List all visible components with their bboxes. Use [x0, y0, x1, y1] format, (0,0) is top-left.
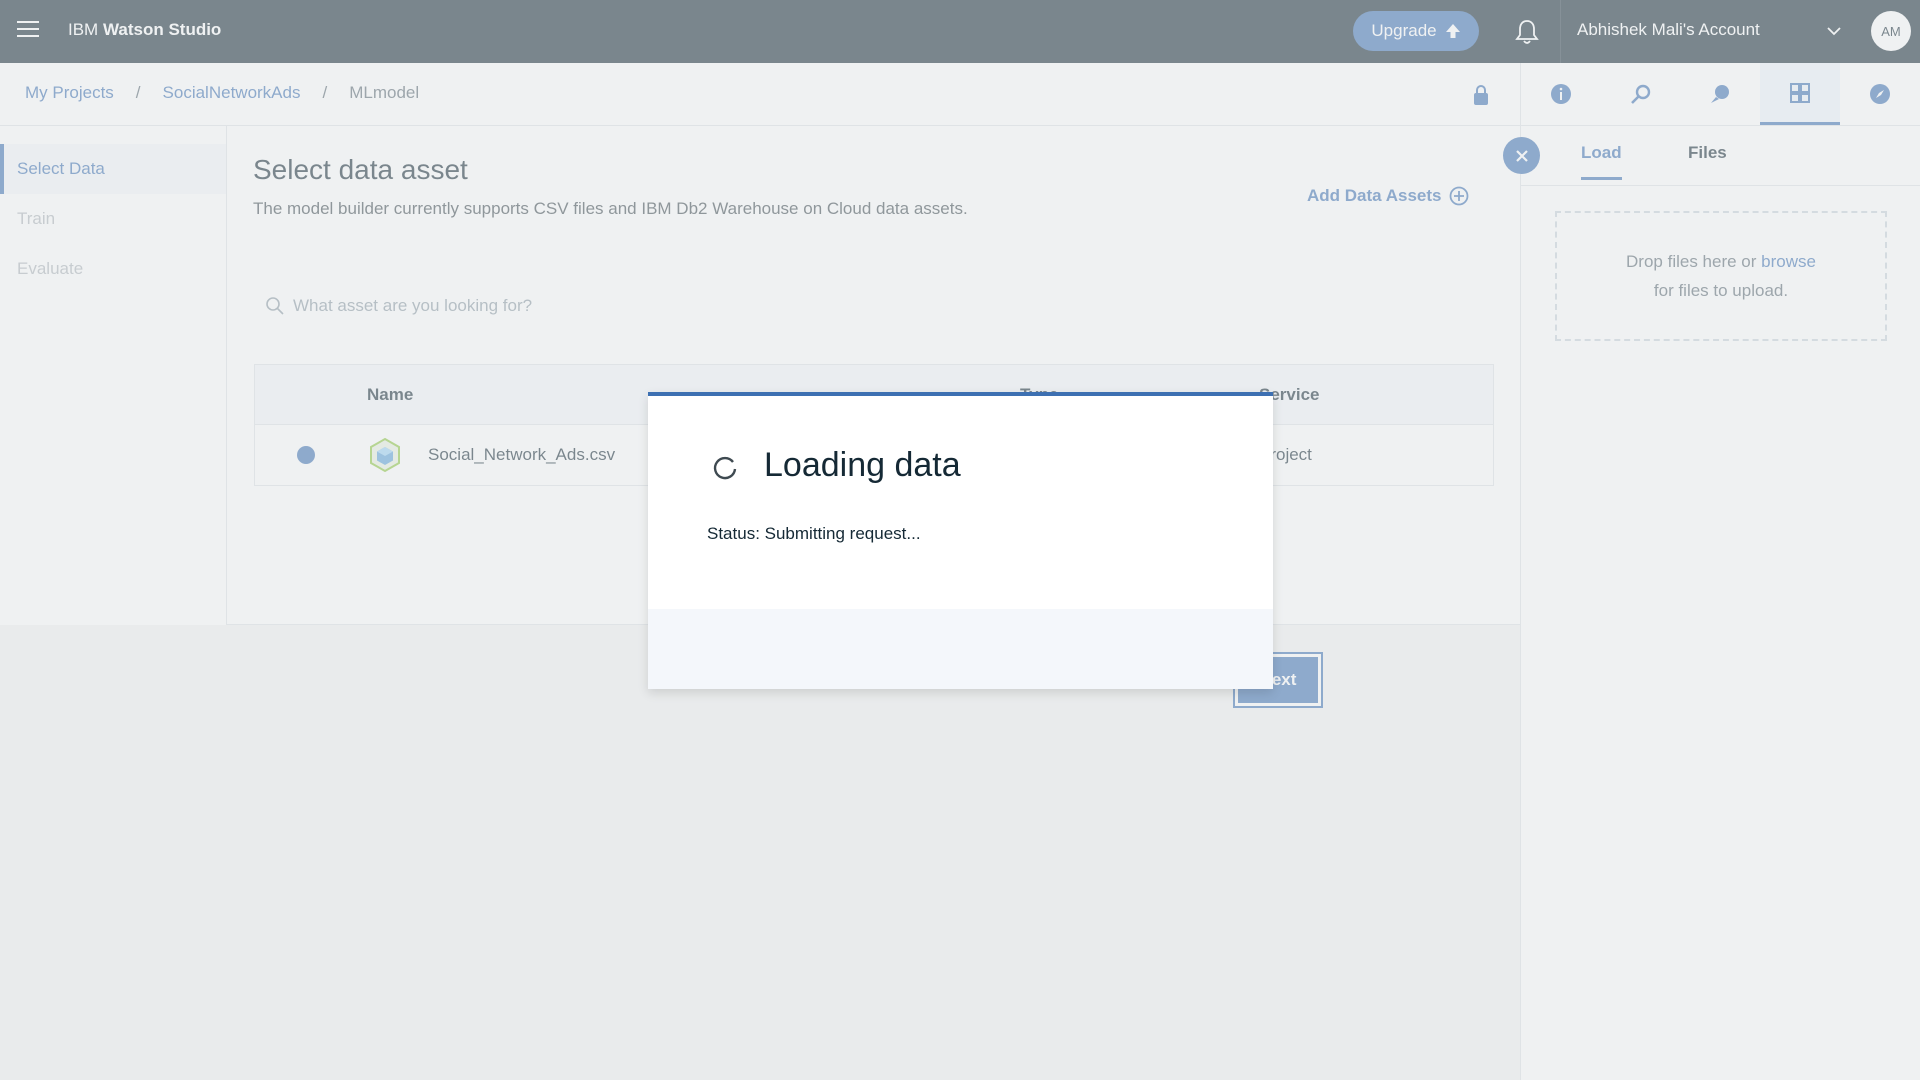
spinner-icon — [713, 456, 737, 480]
loading-modal: Loading data Status: Submitting request.… — [648, 392, 1273, 689]
modal-status: Status: Submitting request... — [707, 524, 921, 543]
modal-title: Loading data — [764, 446, 961, 484]
modal-footer — [648, 609, 1273, 689]
